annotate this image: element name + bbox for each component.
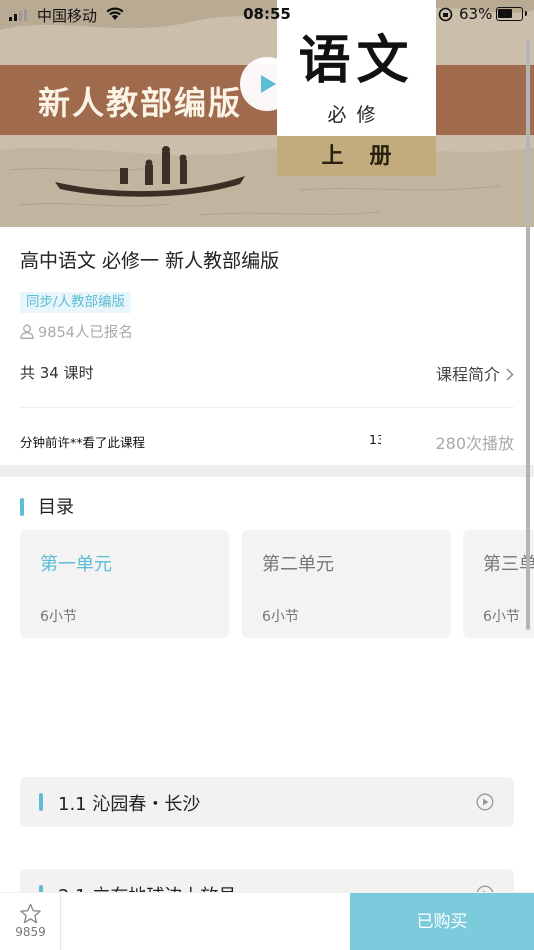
scrollbar[interactable]: [526, 40, 530, 630]
recent-activity-ticker: 13: [369, 432, 381, 447]
section-separator: [0, 465, 534, 477]
unit-name: 第二单元: [262, 554, 334, 575]
status-bar: 中国移动 08:55 63%: [0, 0, 534, 28]
cover-volume: 上册: [277, 136, 436, 176]
enrolled-text: 9854人已报名: [38, 325, 133, 341]
play-icon: [261, 75, 276, 93]
lesson-marker: [39, 793, 43, 811]
play-count: 280次播放: [435, 434, 514, 453]
enrolled-count: 9854人已报名: [20, 321, 133, 342]
lesson-name: 1.1 沁园春・长沙: [58, 794, 201, 815]
play-video-button[interactable]: [240, 57, 294, 111]
heading-marker: [20, 498, 24, 516]
battery-icon: [496, 7, 527, 21]
unit-name: 第一单元: [40, 554, 112, 575]
person-icon: [20, 324, 34, 339]
orientation-lock-icon: [438, 7, 453, 22]
unit-tab-1[interactable]: 第一单元 6小节: [20, 530, 229, 638]
cover-subtitle: 必修: [327, 104, 386, 126]
course-tag: 同步/人教部编版: [20, 292, 132, 313]
course-title: 高中语文 必修一 新人教部编版: [20, 250, 280, 272]
divider: [20, 407, 514, 408]
unit-tabs: 第一单元 6小节 第二单元 6小节 第三单元 6小节: [20, 530, 534, 638]
banner-title: 新人教部编版: [38, 84, 243, 122]
chevron-right-icon: [506, 368, 514, 381]
unit-tab-3[interactable]: 第三单元 6小节: [463, 530, 534, 638]
bottom-action-bar: 9859 已购买: [0, 892, 534, 950]
battery-percent: 63%: [459, 5, 493, 23]
cover-title: 语文: [298, 30, 415, 91]
favorite-button[interactable]: 9859: [0, 893, 61, 950]
recent-activity: 分钟前许**看了此课程: [20, 435, 146, 450]
catalog-heading: 目录: [20, 493, 74, 519]
lesson-count: 共 34 课时: [20, 364, 94, 382]
purchased-button[interactable]: 已购买: [350, 893, 534, 950]
course-banner: 新人教部编版 语文 必修 上册 中国移动 08:55 63%: [0, 0, 534, 227]
course-intro-label: 课程简介: [435, 365, 500, 384]
star-icon: [20, 903, 41, 924]
unit-section-count: 6小节: [483, 609, 520, 625]
course-intro-link[interactable]: 课程简介: [436, 361, 514, 385]
favorite-count: 9859: [15, 925, 46, 939]
unit-section-count: 6小节: [40, 609, 77, 625]
catalog-heading-label: 目录: [38, 497, 74, 518]
unit-section-count: 6小节: [262, 609, 299, 625]
clock: 08:55: [243, 5, 291, 23]
lesson-item[interactable]: 1.1 沁园春・长沙: [20, 777, 514, 827]
play-circle-icon[interactable]: [476, 793, 494, 811]
unit-tab-2[interactable]: 第二单元 6小节: [242, 530, 451, 638]
